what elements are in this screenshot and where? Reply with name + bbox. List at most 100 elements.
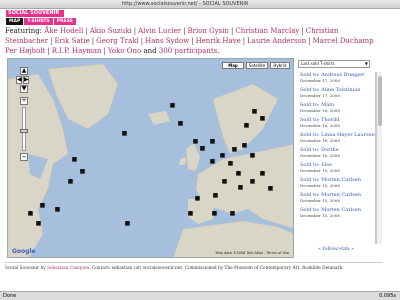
sale-date: December 16, 2008 (300, 138, 340, 143)
maptype-satellite-button[interactable]: Satellite (246, 62, 268, 69)
tshirt-marker-icon[interactable]: ■ (38, 201, 47, 210)
sales-panel: Last sold T-shirts ▼ Sold to: Andreas Br… (296, 58, 382, 258)
footer-text: Social Souvenir by (5, 266, 46, 271)
title-bar: http://www.socialsouvenir.net/ - SOCIAL … (0, 0, 400, 9)
tshirt-marker-icon[interactable]: ■ (226, 159, 235, 168)
artist-link[interactable]: Erik Satie (54, 37, 89, 45)
site-logo[interactable]: SOCIAL SOUVENIR MAP T-SHIRTS PRESS (6, 10, 96, 25)
artist-link[interactable]: Christian Marclay (235, 27, 299, 35)
tshirt-marker-icon[interactable]: ■ (168, 101, 177, 110)
tshirt-marker-icon[interactable]: ■ (234, 169, 243, 178)
tab-press[interactable]: PRESS (53, 18, 76, 25)
tshirt-marker-icon[interactable]: ■ (248, 177, 257, 186)
artist-link[interactable]: Akio Suzuki (90, 27, 132, 35)
list-item[interactable]: Sold to: Dorthe December 16, 2008 (300, 147, 375, 158)
tab-map[interactable]: MAP (6, 18, 24, 25)
tshirt-marker-icon[interactable]: ■ (248, 151, 257, 160)
tshirt-marker-icon[interactable]: ■ (211, 191, 220, 200)
tshirt-marker-icon[interactable]: ■ (236, 183, 245, 192)
tshirt-marker-icon[interactable]: ■ (220, 177, 229, 186)
tshirt-marker-icon[interactable]: ■ (210, 209, 219, 218)
tshirt-marker-icon[interactable]: ■ (258, 114, 267, 123)
zoom-slider-handle[interactable] (20, 129, 28, 133)
zoom-control[interactable]: ▲ ◀ ▶ ▼ + − (16, 67, 29, 167)
tshirt-marker-icon[interactable]: ■ (66, 177, 75, 186)
sale-date: December 16, 2008 (300, 123, 340, 128)
logo-nav: MAP T-SHIRTS PRESS (6, 18, 76, 25)
artist-link[interactable]: Georg Trakl (96, 37, 139, 45)
sale-date: December 15, 2008 (300, 213, 340, 218)
pan-down-icon[interactable]: ▼ (20, 85, 28, 93)
list-item[interactable]: Sold to: Andreas Brøgger December 17, 200… (300, 72, 375, 83)
paging-link[interactable]: « follow»tim » (318, 246, 354, 252)
select-value: Last sold T-shirts (301, 61, 335, 66)
list-item[interactable]: Sold to: Malu December 16, 2008 (300, 102, 375, 113)
pan-right-icon[interactable]: ▶ (23, 76, 29, 84)
zoom-in-button[interactable]: + (20, 97, 28, 105)
divider (5, 262, 383, 263)
tshirt-marker-icon[interactable]: ■ (228, 209, 237, 218)
tshirt-marker-icon[interactable]: ■ (242, 121, 251, 130)
tshirt-marker-icon[interactable]: ■ (208, 137, 217, 146)
featuring-label: Featuring: (5, 27, 43, 35)
browser-window: http://www.socialsouvenir.net/ - SOCIAL … (0, 0, 400, 300)
list-item[interactable]: Sold to: Aline Tolstinian December 17, 20… (300, 87, 375, 98)
artist-link[interactable]: Henrik Have (196, 37, 241, 45)
status-timing: 0.095s (379, 293, 396, 299)
maptype-map-button[interactable]: Map (222, 62, 244, 69)
list-item[interactable]: Sold to: Linna Høyer Laursen December 16,… (300, 132, 375, 143)
sales-filter-select[interactable]: Last sold T-shirts ▼ (298, 60, 370, 68)
list-item[interactable]: Sold to: Thorild December 16, 2008 (300, 117, 375, 128)
artist-link[interactable]: Yoko Ono (108, 47, 141, 55)
map[interactable]: Map Satellite Hybrid ▲ ◀ ▶ ▼ + − ■ ■ ■ ■ ■ ■ ■… (7, 58, 294, 258)
tshirt-marker-icon[interactable]: ■ (120, 129, 129, 138)
footer: Social Souvenir by Sebastian Campion. Co… (5, 266, 344, 271)
sale-date: December 16, 2008 (300, 108, 340, 113)
artist-link[interactable]: Brion Gysin (187, 27, 229, 35)
artist-link[interactable]: Hans Sydow (145, 37, 189, 45)
maptype-hybrid-button[interactable]: Hybrid (270, 62, 290, 69)
tshirt-marker-icon[interactable]: ■ (70, 155, 79, 164)
scrollbar-thumb[interactable] (378, 76, 382, 126)
sale-date: December 17, 2008 (300, 78, 340, 83)
sale-date: December 15, 2008 (300, 198, 340, 203)
footer-contact: . Contact: sebastian (at) socialsouvenir… (89, 266, 344, 271)
footer-author-link[interactable]: Sebastian Campion (47, 266, 89, 271)
tshirt-marker-icon[interactable]: ■ (258, 169, 267, 178)
zoom-out-button[interactable]: − (20, 153, 28, 161)
scrollbar[interactable] (376, 72, 382, 244)
tshirt-marker-icon[interactable]: ■ (208, 157, 217, 166)
tshirt-marker-icon[interactable]: ■ (198, 144, 207, 153)
list-item[interactable]: Sold to: Else December 15, 2008 (300, 162, 375, 173)
tshirt-marker-icon[interactable]: ■ (176, 119, 185, 128)
tab-tshirts[interactable]: T-SHIRTS (24, 18, 53, 25)
tshirt-marker-icon[interactable]: ■ (78, 167, 87, 176)
featuring-tail: and (141, 47, 159, 55)
tshirt-marker-icon[interactable]: ■ (34, 219, 43, 228)
participants-link[interactable]: 300 participants. (159, 47, 220, 55)
tshirt-marker-icon[interactable]: ■ (123, 219, 132, 228)
chevron-down-icon: ▼ (364, 61, 368, 66)
artist-link[interactable]: Laurie Anderson (247, 37, 306, 45)
artist-link[interactable]: Alvin Lucier (138, 27, 181, 35)
tshirt-marker-icon[interactable]: ■ (186, 209, 195, 218)
logo-title: SOCIAL SOUVENIR (6, 10, 64, 17)
pan-up-icon[interactable]: ▲ (20, 67, 28, 75)
map-attribution[interactable]: Map data ©2008 Tele Atlas - Terms of Use (215, 251, 289, 255)
pan-left-icon[interactable]: ◀ (16, 76, 22, 84)
sale-date: December 15, 2008 (300, 168, 340, 173)
list-item[interactable]: Sold to: Morten Carlsen December 15, 2008 (300, 177, 375, 188)
tshirt-marker-icon[interactable]: ■ (26, 209, 35, 218)
artist-link[interactable]: Åke Hodell (44, 27, 83, 35)
list-item[interactable]: Sold to: Morten Carlsen December 15, 2008 (300, 192, 375, 203)
tshirt-marker-icon[interactable]: ■ (240, 141, 249, 150)
list-item[interactable]: Sold to: Morten Carlsen December 15, 2008 (300, 207, 375, 218)
tshirt-marker-icon[interactable]: ■ (266, 184, 275, 193)
tshirt-marker-icon[interactable]: ■ (53, 205, 62, 214)
status-bar: Done 0.095s (0, 291, 400, 300)
sale-date: December 15, 2008 (300, 183, 340, 188)
tshirt-marker-icon[interactable]: ■ (230, 145, 239, 154)
artist-link[interactable]: R.I.P. Hayman (52, 47, 102, 55)
tshirt-marker-icon[interactable]: ■ (193, 194, 202, 203)
google-logo[interactable]: Google (12, 248, 36, 255)
